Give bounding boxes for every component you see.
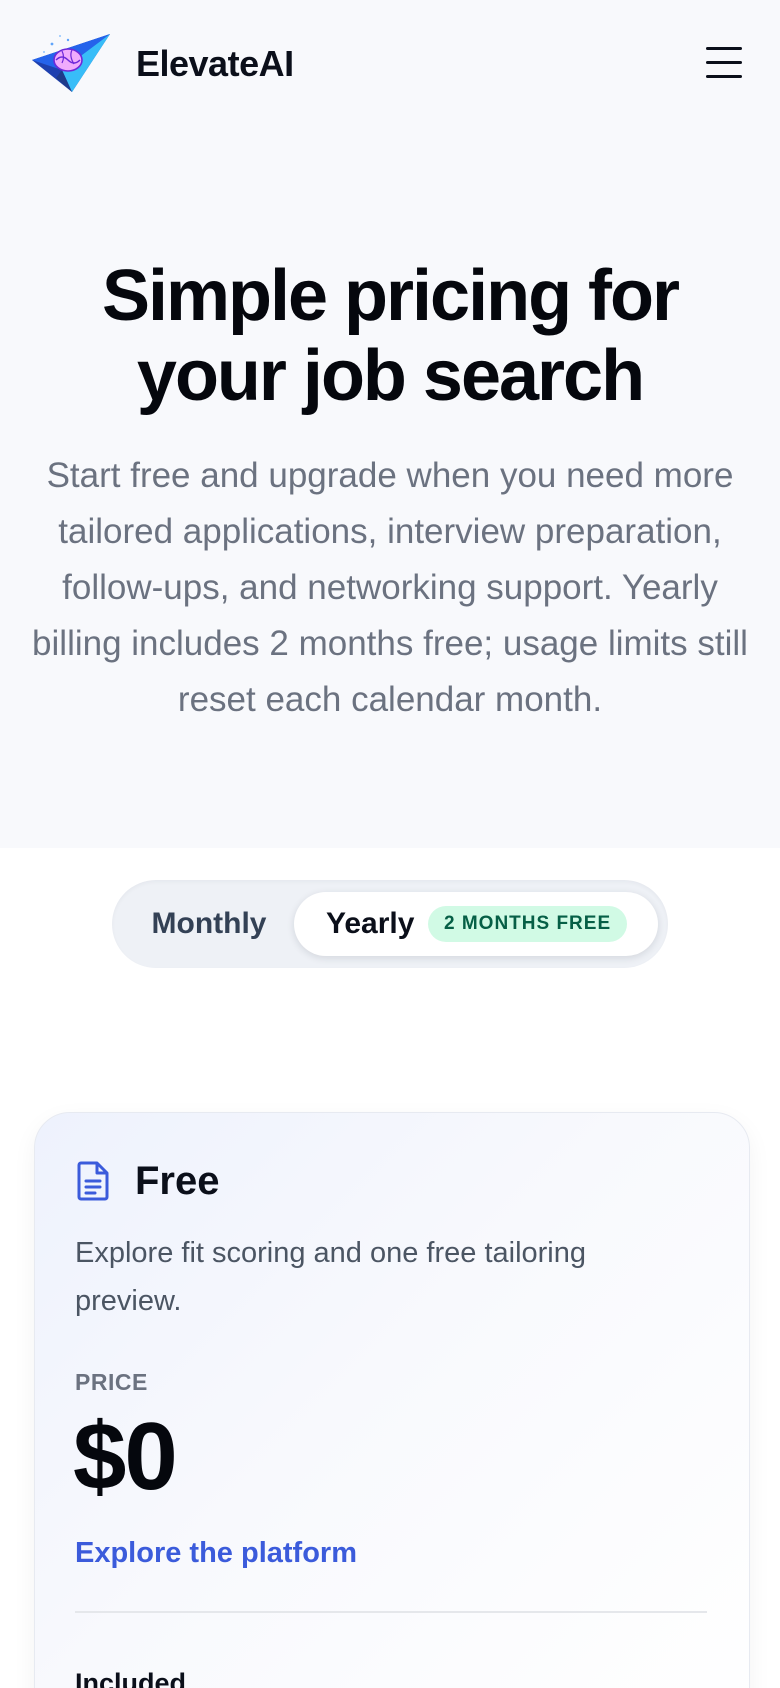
discount-badge: 2 MONTHS FREE — [428, 906, 628, 942]
plan-card-free: Free Explore fit scoring and one free ta… — [34, 1112, 750, 1688]
menu-bar-top — [706, 47, 742, 50]
billing-option-monthly[interactable]: Monthly — [124, 892, 294, 956]
plan-name: Free — [135, 1159, 220, 1203]
included-heading: Included — [75, 1668, 187, 1688]
document-icon — [77, 1161, 109, 1201]
site-header: ElevateAI — [0, 0, 780, 130]
plan-description: Explore fit scoring and one free tailori… — [75, 1237, 587, 1317]
price-label: PRICE — [75, 1369, 148, 1395]
pricing-page: ElevateAI Simple pricing for your job se… — [0, 0, 780, 1688]
page-subtitle: Start free and upgrade when you need mor… — [32, 456, 748, 719]
brain-paper-plane-icon[interactable] — [32, 30, 120, 100]
menu-bar-middle — [706, 61, 742, 64]
divider — [75, 1611, 707, 1613]
plan-price: $0 — [73, 1403, 178, 1510]
hero-section: ElevateAI Simple pricing for your job se… — [0, 0, 780, 848]
brand-name[interactable]: ElevateAI — [136, 40, 294, 88]
hamburger-menu-icon[interactable] — [704, 44, 744, 82]
explore-platform-link[interactable]: Explore the platform — [75, 1533, 357, 1573]
billing-option-yearly[interactable]: Yearly 2 MONTHS FREE — [294, 892, 658, 956]
page-title: Simple pricing for your job search — [101, 256, 680, 416]
menu-bar-bottom — [706, 75, 742, 78]
billing-option-yearly-label: Yearly — [326, 907, 415, 940]
billing-toggle: Monthly Yearly 2 MONTHS FREE — [112, 880, 668, 968]
